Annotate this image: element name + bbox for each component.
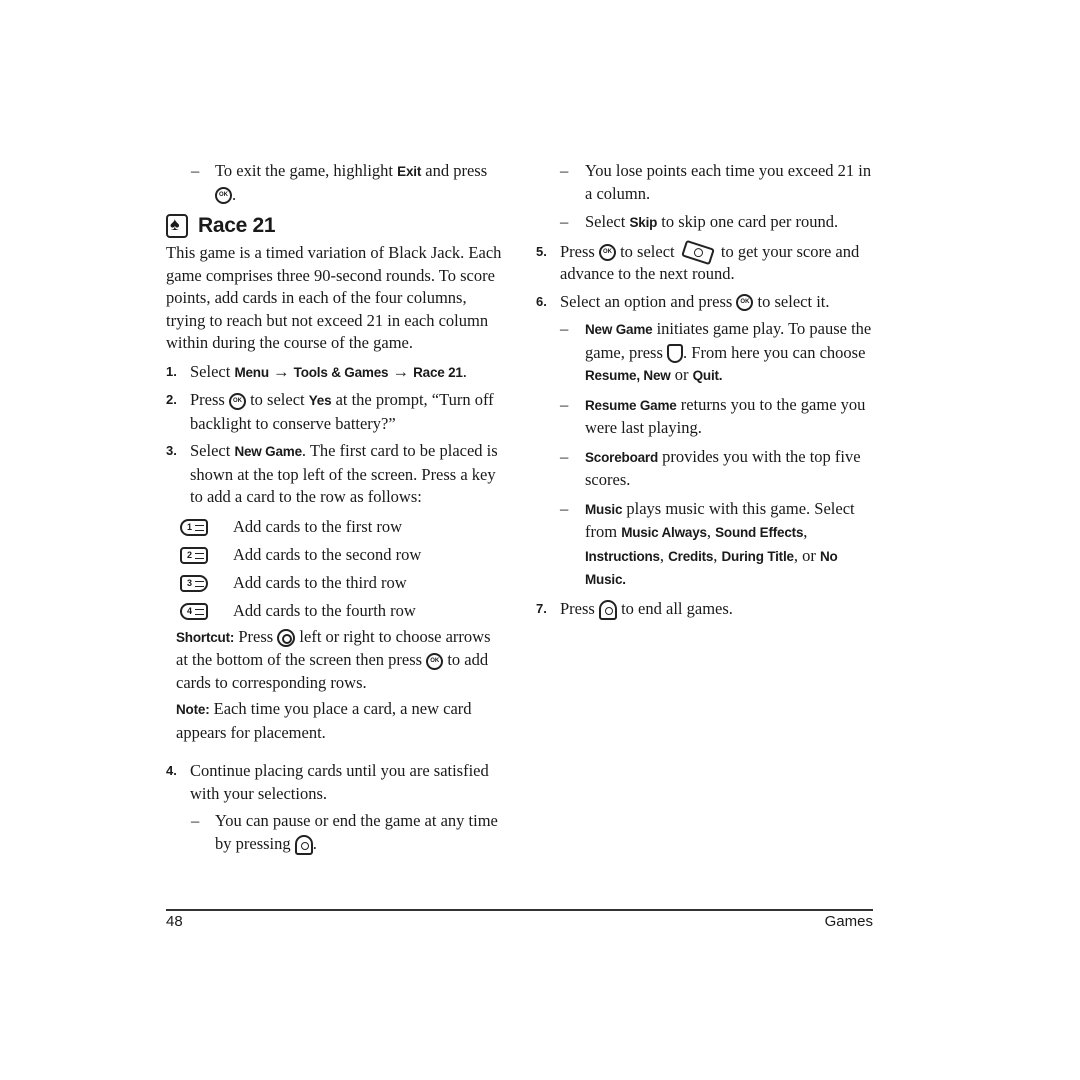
section-name: Games [824, 913, 873, 930]
money-score-icon [680, 239, 715, 266]
left-column: – To exit the game, highlight Exit and p… [166, 160, 506, 861]
option-new-game: – New Game initiates game play. To pause… [560, 319, 872, 384]
pause-bullet: – You can pause or end the game at any t… [166, 810, 506, 855]
end-key-icon [294, 834, 313, 855]
key-4-icon: 4 [180, 603, 208, 620]
ok-key-icon [228, 392, 246, 410]
key-1-icon: 1 [180, 519, 208, 536]
placement-note: Note: Each time you place a card, a new … [176, 699, 472, 742]
step-7: 7. Press to end all games. [536, 598, 876, 621]
back-key-icon [667, 344, 684, 364]
option-music: – Music plays music with this game. Sele… [560, 498, 855, 588]
ok-key-icon [736, 294, 754, 312]
intro-paragraph: This game is a timed variation of Black … [166, 243, 502, 352]
step-2: 2. Press to select Yes at the prompt, “T… [166, 389, 506, 435]
right-column: – You lose points each time you exceed 2… [536, 160, 876, 625]
option-resume-game: – Resume Game returns you to the game yo… [560, 394, 866, 438]
footer-divider [166, 909, 873, 911]
skip-bullet: – Select Skip to skip one card per round… [560, 212, 839, 231]
exit-bullet: – To exit the game, highlight Exit and p… [166, 160, 506, 206]
option-scoreboard: – Scoreboard provides you with the top f… [560, 446, 861, 490]
navigation-key-icon [277, 628, 296, 647]
ok-key-icon [215, 187, 232, 205]
section-heading: Race 21 [166, 214, 506, 238]
step-5: 5. Press to select to get your score and… [536, 239, 876, 286]
key-row-3: 3 Add cards to the third row [166, 570, 506, 598]
step-4: 4. Continue placing cards until you are … [166, 761, 489, 803]
key-row-1: 1 Add cards to the first row [166, 514, 506, 542]
step-3: 3. Select New Game. The first card to be… [166, 441, 498, 506]
key-row-2: 2 Add cards to the second row [166, 542, 506, 570]
ok-key-icon [426, 652, 444, 670]
lose-points-bullet: – You lose points each time you exceed 2… [560, 161, 872, 203]
key-3-icon: 3 [180, 575, 208, 592]
step-1: 1. Select Menu → Tools & Games → Race 21… [166, 361, 467, 381]
section-title: Race 21 [198, 214, 276, 237]
exit-label: Exit [397, 164, 422, 179]
key-table: 1 Add cards to the first row 2 Add cards… [166, 514, 506, 626]
end-key-icon [598, 599, 617, 620]
page-number: 48 [166, 913, 183, 930]
key-2-icon: 2 [180, 547, 208, 564]
ok-key-icon [598, 244, 616, 262]
manual-page: – To exit the game, highlight Exit and p… [0, 0, 1080, 1080]
spade-card-icon [166, 214, 188, 238]
key-row-4: 4 Add cards to the fourth row [166, 598, 506, 626]
step-6: 6. Select an option and press to select … [536, 291, 876, 314]
shortcut-note: Shortcut: Press left or right to choose … [166, 626, 506, 695]
